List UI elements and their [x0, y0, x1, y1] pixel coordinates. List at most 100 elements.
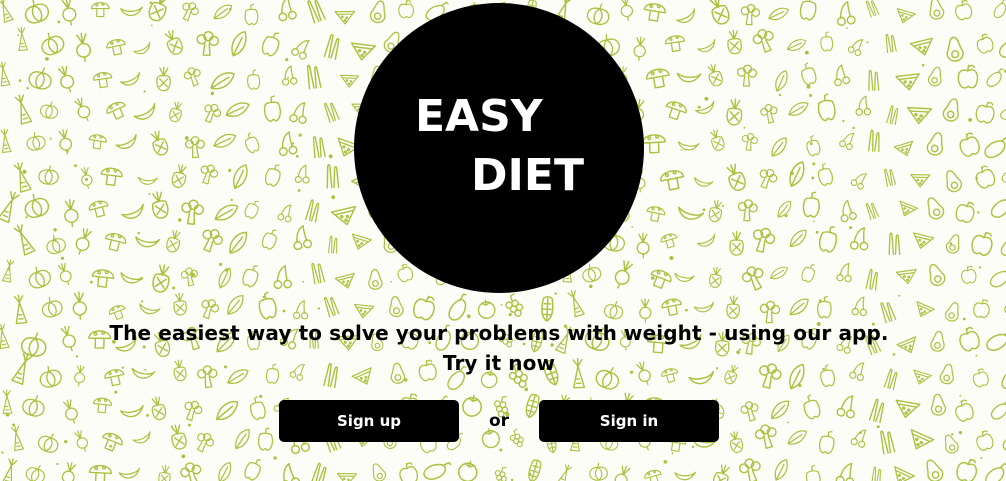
vegetable-doodle-icon	[150, 130, 169, 156]
vegetable-doodle-icon	[423, 461, 452, 480]
vegetable-doodle-icon	[293, 225, 313, 251]
vegetable-doodle-icon	[327, 235, 338, 254]
vegetable-doodle-icon	[786, 39, 807, 51]
pattern-dot	[298, 133, 302, 137]
pattern-dot	[25, 216, 28, 219]
pattern-dot	[57, 20, 61, 24]
pattern-dot	[846, 27, 848, 29]
pattern-dot	[188, 423, 191, 427]
vegetable-doodle-icon	[281, 65, 298, 86]
vegetable-doodle-icon	[942, 98, 959, 122]
vegetable-doodle-icon	[40, 101, 59, 119]
vegetable-doodle-icon	[312, 136, 326, 159]
pattern-dot	[53, 237, 56, 241]
vegetable-doodle-icon	[768, 7, 789, 21]
vegetable-doodle-icon	[25, 464, 45, 481]
pattern-dot	[65, 149, 69, 153]
pattern-dot	[968, 118, 972, 122]
pattern-dot	[798, 383, 802, 388]
vegetable-doodle-icon	[674, 272, 695, 282]
vegetable-doodle-icon	[173, 292, 187, 316]
vegetable-doodle-icon	[695, 100, 715, 114]
pattern-dot	[12, 423, 16, 427]
vegetable-doodle-icon	[770, 266, 788, 280]
vegetable-doodle-icon	[88, 464, 112, 481]
vegetable-doodle-icon	[397, 263, 414, 283]
sign-in-button[interactable]: Sign in	[539, 400, 719, 442]
pattern-dot	[317, 307, 320, 310]
vegetable-doodle-icon	[61, 462, 76, 481]
pattern-dot	[22, 169, 27, 174]
vegetable-doodle-icon	[0, 61, 11, 87]
vegetable-doodle-icon	[868, 69, 880, 92]
vegetable-doodle-icon	[26, 132, 46, 151]
pattern-dot	[181, 454, 186, 459]
vegetable-doodle-icon	[28, 67, 52, 90]
vegetable-doodle-icon	[910, 173, 931, 188]
vegetable-doodle-icon	[37, 433, 59, 453]
vegetable-doodle-icon	[959, 132, 980, 157]
vegetable-doodle-icon	[169, 101, 182, 123]
pattern-dot	[589, 284, 593, 289]
pattern-dot	[671, 452, 674, 455]
vegetable-doodle-icon	[885, 33, 897, 53]
vegetable-doodle-icon	[88, 134, 107, 150]
vegetable-doodle-icon	[118, 467, 140, 479]
vegetable-doodle-icon	[729, 230, 744, 256]
vegetable-doodle-icon	[847, 39, 864, 57]
vegetable-doodle-icon	[104, 232, 127, 252]
pattern-dot	[225, 268, 229, 272]
vegetable-doodle-icon	[834, 64, 851, 87]
vegetable-doodle-icon	[120, 6, 143, 17]
vegetable-doodle-icon	[927, 66, 942, 87]
pattern-dot	[285, 58, 289, 62]
pattern-dot	[951, 115, 955, 118]
pattern-dot	[147, 437, 150, 440]
vegetable-doodle-icon	[257, 427, 274, 451]
vegetable-doodle-icon	[88, 200, 109, 218]
pattern-dot	[26, 87, 29, 90]
vegetable-doodle-icon	[247, 69, 261, 90]
vegetable-doodle-icon	[896, 8, 916, 24]
pattern-dot	[137, 231, 140, 235]
pattern-dot	[139, 277, 143, 281]
vegetable-doodle-icon	[589, 462, 608, 481]
pattern-dot	[85, 178, 88, 181]
sign-up-button[interactable]: Sign up	[279, 400, 459, 442]
vegetable-doodle-icon	[204, 103, 222, 124]
vegetable-doodle-icon	[836, 395, 855, 419]
vegetable-doodle-icon	[350, 42, 377, 61]
vegetable-doodle-icon	[278, 131, 298, 157]
logo-text-diet: DIET	[471, 150, 584, 201]
vegetable-doodle-icon	[955, 201, 975, 224]
pattern-dot	[809, 94, 813, 97]
pattern-dot	[90, 280, 93, 284]
vegetable-doodle-icon	[261, 229, 277, 250]
pattern-dot	[328, 154, 333, 159]
vegetable-doodle-icon	[835, 462, 855, 481]
pattern-dot	[787, 421, 789, 424]
vegetable-doodle-icon	[278, 0, 297, 22]
pattern-dot	[295, 154, 299, 158]
vegetable-doodle-icon	[1000, 238, 1006, 256]
vegetable-doodle-icon	[41, 296, 63, 318]
vegetable-doodle-icon	[587, 3, 610, 26]
pattern-dot	[669, 256, 674, 260]
vegetable-doodle-icon	[976, 33, 994, 54]
pattern-dot	[228, 168, 232, 172]
vegetable-doodle-icon	[990, 399, 1006, 420]
vegetable-doodle-icon	[899, 200, 919, 217]
pattern-dot	[650, 276, 655, 280]
vegetable-doodle-icon	[120, 272, 144, 284]
vegetable-doodle-icon	[556, 464, 573, 481]
vegetable-doodle-icon	[676, 8, 695, 23]
pattern-dot	[975, 177, 978, 180]
vegetable-doodle-icon	[120, 71, 140, 86]
pattern-dot	[178, 218, 182, 222]
vegetable-doodle-icon	[289, 102, 307, 124]
pattern-dot	[805, 50, 809, 55]
vegetable-doodle-icon	[100, 167, 123, 186]
pattern-dot	[230, 198, 233, 202]
vegetable-doodle-icon	[92, 72, 113, 89]
pattern-dot	[743, 126, 746, 129]
